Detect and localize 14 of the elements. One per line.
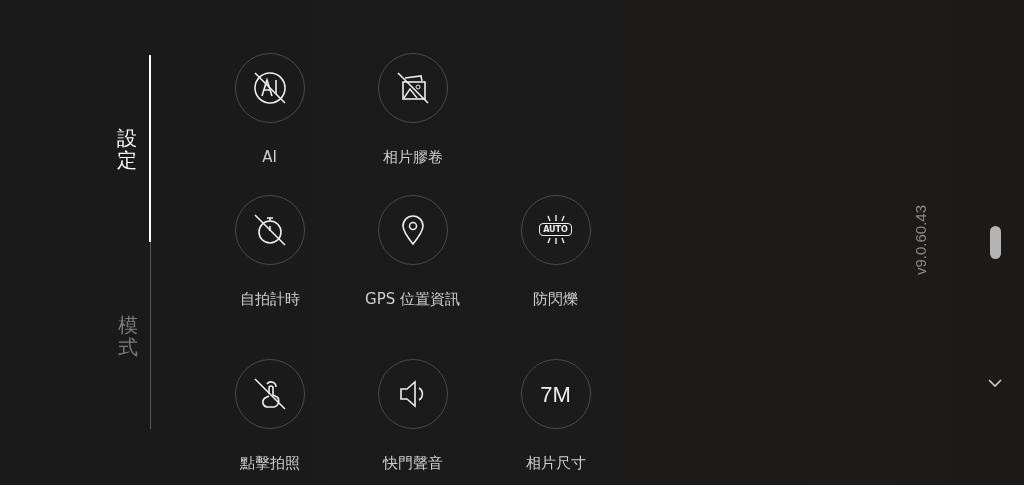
- mode-tab[interactable]: 模式: [100, 242, 151, 429]
- setting-label: GPS 位置資訊: [365, 288, 460, 310]
- chevron-down-icon: [988, 379, 1002, 388]
- expand-button[interactable]: [988, 379, 1002, 388]
- setting-label: 防閃爍: [533, 288, 578, 310]
- mode-tab[interactable]: 設定: [100, 55, 151, 242]
- setting-label: AI: [262, 147, 277, 168]
- setting-label: 自拍計時: [239, 288, 300, 310]
- setting-label: 點擊拍照: [239, 453, 300, 474]
- version-text: v9.0.60.43: [910, 205, 930, 276]
- setting-label: 相片尺寸: [525, 453, 586, 474]
- scroll-handle[interactable]: [989, 226, 1001, 259]
- setting-label: 相片膠卷: [382, 147, 443, 168]
- setting-label: 快門聲音: [382, 453, 443, 474]
